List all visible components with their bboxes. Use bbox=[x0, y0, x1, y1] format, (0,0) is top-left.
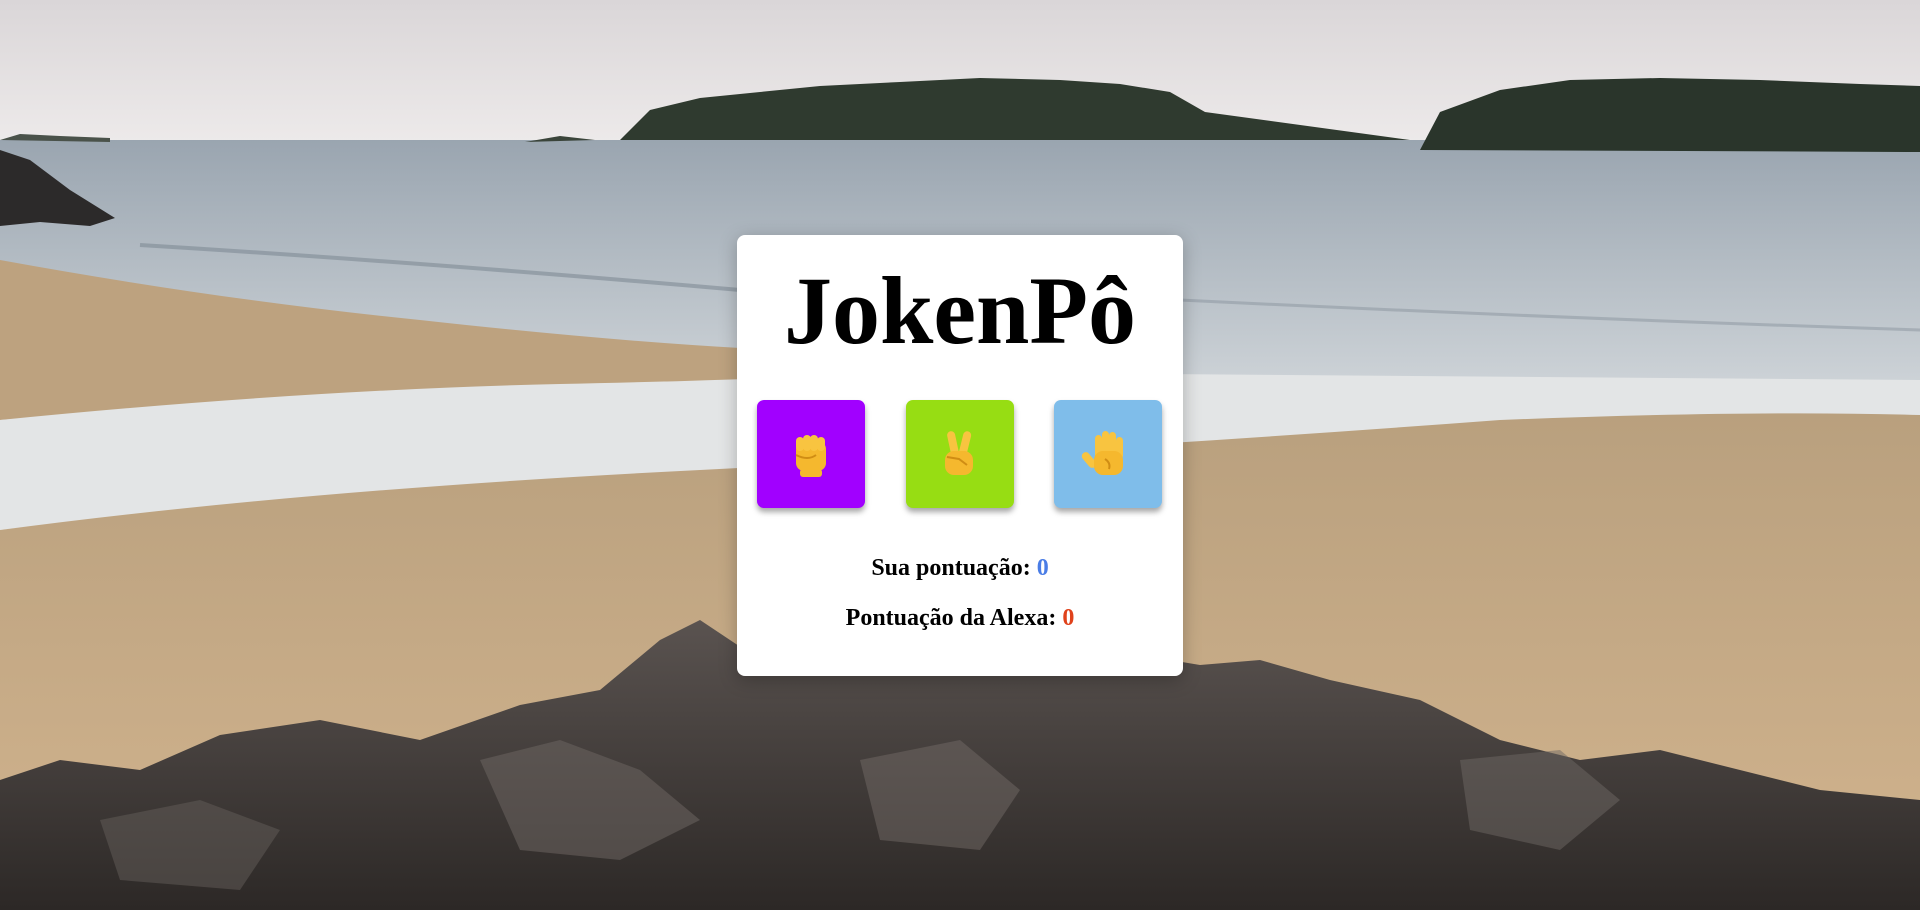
raised-fist-icon bbox=[795, 435, 826, 477]
player-score-label: Sua pontuação: bbox=[871, 555, 1031, 581]
raised-hand-icon bbox=[1081, 431, 1123, 475]
game-title: JokenPô bbox=[783, 257, 1137, 364]
player-score-value: 0 bbox=[1036, 555, 1049, 581]
player-score: Sua pontuação: 0 bbox=[737, 555, 1183, 582]
choice-buttons bbox=[757, 400, 1163, 508]
game-card: JokenPô Sua pontuação: 0 Pontuação da Al… bbox=[737, 235, 1183, 676]
alexa-score-value: 0 bbox=[1062, 605, 1075, 631]
paper-button[interactable] bbox=[1054, 400, 1162, 508]
alexa-score: Pontuação da Alexa: 0 bbox=[737, 605, 1183, 632]
alexa-score-label: Pontuação da Alexa: bbox=[845, 605, 1057, 631]
scissors-button[interactable] bbox=[906, 400, 1014, 508]
rock-button[interactable] bbox=[757, 400, 865, 508]
victory-hand-icon bbox=[945, 431, 973, 475]
